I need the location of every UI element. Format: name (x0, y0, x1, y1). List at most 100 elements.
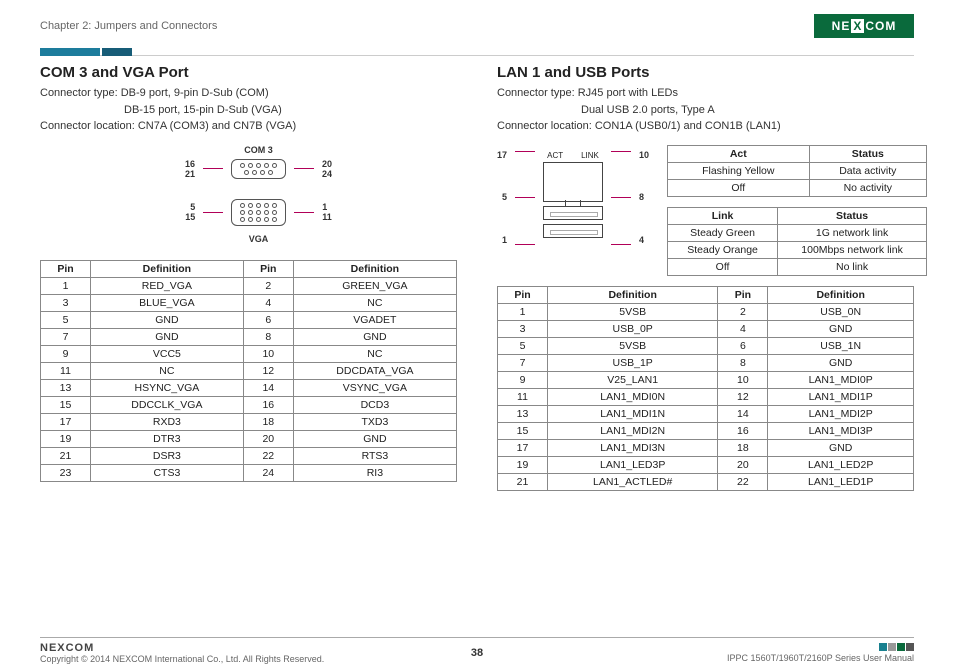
page-footer: NEXCOM Copyright © 2014 NEXCOM Internati… (40, 637, 914, 664)
port-diagram: 17 5 1 ACT LINK (497, 151, 649, 245)
def-cell: GND (293, 328, 456, 345)
pin-cell: 12 (718, 388, 768, 405)
pin-num: 11 (322, 212, 332, 222)
table-row: 15DDCCLK_VGA16DCD3 (41, 396, 457, 413)
pin-num: 16 (185, 159, 195, 169)
pin-cell: 23 (41, 464, 91, 481)
col-link: Link (668, 207, 778, 224)
def-cell: VCC5 (91, 345, 244, 362)
cell: Steady Green (668, 224, 778, 241)
table-row: 17RXD318TXD3 (41, 413, 457, 430)
pin-table-right: Pin Definition Pin Definition 15VSB2USB_… (497, 286, 914, 491)
def-cell: LAN1_MDI1P (768, 388, 914, 405)
pin-cell: 22 (243, 447, 293, 464)
pin-cell: 8 (718, 354, 768, 371)
def-cell: LAN1_LED2P (768, 456, 914, 473)
table-row: 5GND6VGADET (41, 311, 457, 328)
table-row: 11NC12DDCDATA_VGA (41, 362, 457, 379)
pin-table-left: Pin Definition Pin Definition 1RED_VGA2G… (40, 260, 457, 482)
header-rule (40, 44, 914, 56)
link-status-table: Link Status Steady Green1G network linkS… (667, 207, 927, 276)
section-title-com-vga: COM 3 and VGA Port (40, 64, 457, 81)
def-cell: GND (91, 311, 244, 328)
rj45-link-label: LINK (581, 151, 599, 160)
pin-cell: 5 (498, 337, 548, 354)
pin-cell: 2 (243, 277, 293, 294)
pin-num: 1 (497, 236, 507, 245)
pin-cell: 5 (41, 311, 91, 328)
pin-cell: 7 (41, 328, 91, 345)
lead-line (203, 168, 223, 169)
pin-cell: 10 (718, 371, 768, 388)
table-row: 55VSB6USB_1N (498, 337, 914, 354)
table-row: OffNo link (668, 258, 927, 275)
pin-cell: 7 (498, 354, 548, 371)
def-cell: USB_0N (768, 303, 914, 320)
diagram-label: VGA (249, 234, 269, 244)
connector-diagram-vga: 5 15 1 11 VGA (60, 199, 457, 246)
table-row: Steady Orange100Mbps network link (668, 241, 927, 258)
col-pin: Pin (243, 260, 293, 277)
meta-line: Connector type: DB-9 port, 9-pin D-Sub (… (40, 85, 457, 102)
pin-cell: 21 (41, 447, 91, 464)
def-cell: VGADET (293, 311, 456, 328)
pin-cell: 17 (41, 413, 91, 430)
pin-cell: 9 (498, 371, 548, 388)
def-cell: GREEN_VGA (293, 277, 456, 294)
table-row: Steady Green1G network link (668, 224, 927, 241)
col-def: Definition (768, 286, 914, 303)
pin-cell: 13 (498, 405, 548, 422)
pin-num: 24 (322, 169, 332, 179)
pin-num: 1 (322, 202, 332, 212)
header-bar: Chapter 2: Jumpers and Connectors NEXCOM (40, 14, 914, 38)
pin-cell: 9 (41, 345, 91, 362)
table-row: 11LAN1_MDI0N12LAN1_MDI1P (498, 388, 914, 405)
meta-line: Connector type: RJ45 port with LEDs (497, 85, 914, 102)
def-cell: DDCCLK_VGA (91, 396, 244, 413)
pin-cell: 8 (243, 328, 293, 345)
table-row: 15VSB2USB_0N (498, 303, 914, 320)
brand-logo: NEXCOM (814, 14, 914, 38)
pin-cell: 15 (41, 396, 91, 413)
left-meta: Connector type: DB-9 port, 9-pin D-Sub (… (40, 85, 457, 135)
db15-shell (231, 199, 286, 226)
cell: Off (668, 258, 778, 275)
cell: Flashing Yellow (668, 162, 810, 179)
pin-num: 10 (639, 151, 649, 160)
def-cell: DSR3 (91, 447, 244, 464)
def-cell: GND (91, 328, 244, 345)
pin-cell: 22 (718, 473, 768, 490)
table-row: OffNo activity (668, 179, 927, 196)
col-def: Definition (91, 260, 244, 277)
right-meta: Connector type: RJ45 port with LEDs Dual… (497, 85, 914, 135)
meta-line: Dual USB 2.0 ports, Type A (497, 102, 914, 119)
pin-cell: 20 (243, 430, 293, 447)
def-cell: RI3 (293, 464, 456, 481)
def-cell: LAN1_MDI0N (548, 388, 718, 405)
table-row: 21LAN1_ACTLED#22LAN1_LED1P (498, 473, 914, 490)
def-cell: LAN1_MDI0P (768, 371, 914, 388)
copyright: Copyright © 2014 NEXCOM International Co… (40, 654, 324, 664)
def-cell: LAN1_MDI3P (768, 422, 914, 439)
col-def: Definition (548, 286, 718, 303)
pin-cell: 15 (498, 422, 548, 439)
usb-slot-icon (543, 224, 603, 238)
pin-cell: 6 (718, 337, 768, 354)
db9-shell (231, 159, 286, 179)
lead-line (294, 168, 314, 169)
pin-cell: 3 (41, 294, 91, 311)
def-cell: BLUE_VGA (91, 294, 244, 311)
table-row: 13LAN1_MDI1N14LAN1_MDI2P (498, 405, 914, 422)
pin-cell: 10 (243, 345, 293, 362)
pin-num: 15 (185, 212, 195, 222)
cell: No link (778, 258, 927, 275)
col-status: Status (778, 207, 927, 224)
pin-cell: 13 (41, 379, 91, 396)
def-cell: LAN1_LED1P (768, 473, 914, 490)
def-cell: NC (293, 294, 456, 311)
pin-num: 5 (185, 202, 195, 212)
cell: Data activity (809, 162, 926, 179)
def-cell: USB_1N (768, 337, 914, 354)
table-row: 9V25_LAN110LAN1_MDI0P (498, 371, 914, 388)
meta-line: Connector location: CN7A (COM3) and CN7B… (40, 118, 457, 135)
